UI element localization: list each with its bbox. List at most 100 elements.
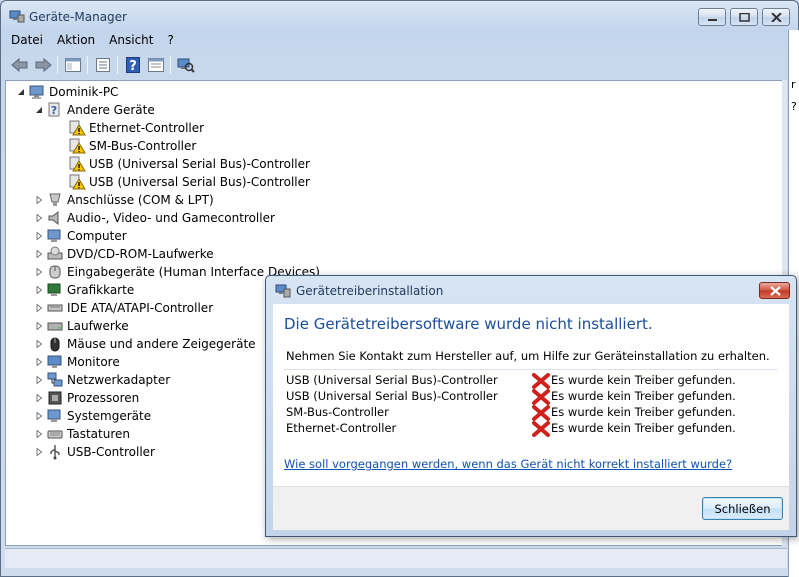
monitor-icon [46,354,64,370]
tree-category[interactable]: Computer [34,227,127,245]
help-link[interactable]: Wie soll vorgegangen werden, wenn das Ge… [284,457,732,471]
properties-icon[interactable] [91,54,114,76]
expand-arrow-icon[interactable] [34,429,44,439]
back-icon[interactable] [8,54,31,76]
menu-datei[interactable]: Datei [4,31,50,50]
collapse-arrow-icon[interactable] [16,87,26,97]
show-hide-tree-icon[interactable] [61,54,84,76]
tree-category-label: Tastaturen [67,427,130,441]
expand-arrow-icon[interactable] [34,267,44,277]
device-status: Es wurde kein Treiber gefunden. [551,389,736,403]
title-bar[interactable]: Geräte-Manager [1,1,798,31]
dvd-drive-icon [46,246,64,262]
device-status-row: Ethernet-Controller Es wurde kein Treibe… [286,421,776,437]
close-window-button[interactable] [762,8,790,26]
ide-controller-icon [46,300,64,316]
hid-icon [46,264,64,280]
tree-category[interactable]: Netzwerkadapter [34,371,170,389]
expand-arrow-icon[interactable] [34,447,44,457]
device-status: Es wurde kein Treiber gefunden. [551,373,736,387]
tree-category[interactable]: IDE ATA/ATAPI-Controller [34,299,213,317]
tree-device[interactable]: USB (Universal Serial Bus)-Controller [68,155,310,173]
help-icon[interactable]: ? [121,54,144,76]
dialog-divider [284,369,777,370]
menu-aktion[interactable]: Aktion [50,31,102,50]
device-name: SM-Bus-Controller [286,405,389,419]
tree-device[interactable]: SM-Bus-Controller [68,137,196,155]
forward-icon[interactable] [31,54,54,76]
tree-device-label: USB (Universal Serial Bus)-Controller [89,157,310,171]
tree-device[interactable]: USB (Universal Serial Bus)-Controller [68,173,310,191]
dialog-footer: Schließen [273,486,789,530]
port-icon [46,192,64,208]
warning-device-icon [68,156,86,172]
device-icon [275,284,291,298]
device-manager-icon [9,10,25,23]
tree-category-label: Andere Geräte [67,103,155,117]
tree-category[interactable]: USB-Controller [34,443,155,461]
view-icon[interactable] [144,54,167,76]
usb-icon [46,444,64,460]
svg-text:?: ? [51,104,57,117]
expand-arrow-icon[interactable] [34,375,44,385]
tree-category-label: Audio-, Video- und Gamecontroller [67,211,275,225]
tree-category[interactable]: Monitore [34,353,120,371]
tree-category-label: Systemgeräte [67,409,152,423]
menu-ansicht[interactable]: Ansicht [102,31,160,50]
tree-category[interactable]: DVD/CD-ROM-Laufwerke [34,245,214,263]
tree-category[interactable]: Grafikkarte [34,281,134,299]
device-name: Ethernet-Controller [286,421,397,435]
tree-category[interactable]: Mäuse und andere Zeigegeräte [34,335,256,353]
tree-root[interactable]: Dominik-PC [16,83,118,101]
dialog-body: Die Gerätetreibersoftware wurde nicht in… [273,304,789,530]
expand-arrow-icon[interactable] [34,195,44,205]
toolbar-separator [87,56,88,74]
tree-category-label: Laufwerke [67,319,129,333]
expand-arrow-icon[interactable] [34,213,44,223]
tree-category-label: Computer [67,229,127,243]
device-name: USB (Universal Serial Bus)-Controller [286,373,498,387]
svg-text:?: ? [129,59,137,73]
expand-arrow-icon[interactable] [34,339,44,349]
expand-arrow-icon[interactable] [34,321,44,331]
device-status-row: SM-Bus-Controller Es wurde kein Treiber … [286,405,776,421]
tree-category-label: Anschlüsse (COM & LPT) [67,193,214,207]
scan-hardware-icon[interactable] [174,54,197,76]
tree-category[interactable]: Prozessoren [34,389,139,407]
audio-icon [46,210,64,226]
expand-arrow-icon[interactable] [34,303,44,313]
window-title: Geräte-Manager [29,10,127,24]
computer-icon [28,84,46,100]
tree-category[interactable]: ? Andere Geräte [34,101,155,119]
expand-arrow-icon[interactable] [34,249,44,259]
tree-root-label: Dominik-PC [49,85,119,99]
tree-category[interactable]: Anschlüsse (COM & LPT) [34,191,214,209]
warning-device-icon [68,120,86,136]
maximize-button[interactable] [730,8,758,26]
warning-device-icon [68,138,86,154]
tree-device-label: SM-Bus-Controller [89,139,197,153]
collapse-arrow-icon[interactable] [34,105,44,115]
graphics-card-icon [46,282,64,298]
menu-bar: Datei Aktion Ansicht ? [4,31,789,50]
expand-arrow-icon[interactable] [34,285,44,295]
tree-category-label: DVD/CD-ROM-Laufwerke [67,247,214,261]
expand-arrow-icon[interactable] [34,393,44,403]
tree-device[interactable]: Ethernet-Controller [68,119,204,137]
expand-arrow-icon[interactable] [34,231,44,241]
tree-category[interactable]: Audio-, Video- und Gamecontroller [34,209,275,227]
device-name: USB (Universal Serial Bus)-Controller [286,389,498,403]
minimize-button[interactable] [698,8,726,26]
tree-category-label: Grafikkarte [67,283,135,297]
device-status: Es wurde kein Treiber gefunden. [551,405,736,419]
dialog-close-button[interactable] [759,282,790,299]
tree-category[interactable]: Systemgeräte [34,407,151,425]
expand-arrow-icon[interactable] [34,411,44,421]
menu-help[interactable]: ? [160,31,180,50]
warning-device-icon [68,174,86,190]
tree-category[interactable]: Tastaturen [34,425,130,443]
close-button[interactable]: Schließen [702,497,783,520]
expand-arrow-icon[interactable] [34,357,44,367]
tree-category[interactable]: Laufwerke [34,317,129,335]
error-x-icon [532,405,550,421]
